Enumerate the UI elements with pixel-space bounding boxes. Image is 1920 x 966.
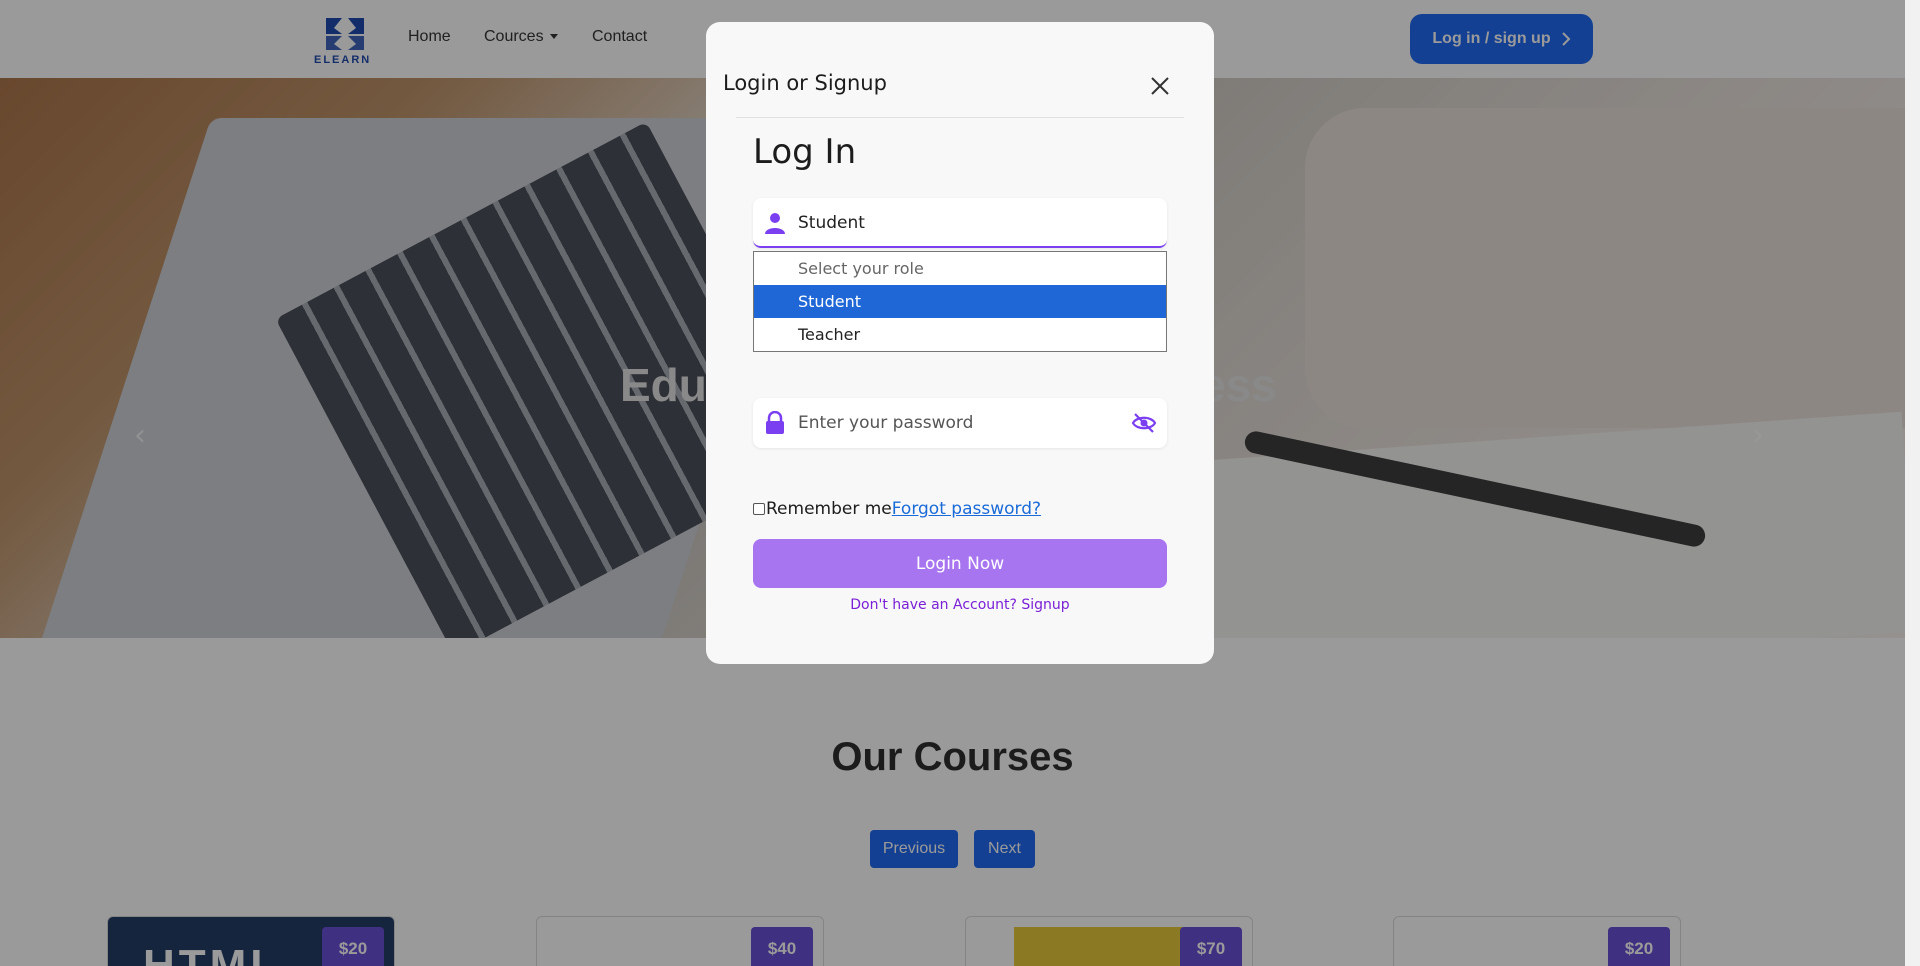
page-scrollbar[interactable] bbox=[1905, 0, 1920, 966]
role-select[interactable]: Student bbox=[753, 198, 1167, 248]
modal-title: Login or Signup bbox=[723, 71, 887, 95]
login-modal: Login or Signup Log In Student Select yo… bbox=[706, 22, 1214, 664]
user-icon bbox=[765, 213, 785, 234]
lock-icon bbox=[766, 411, 784, 434]
remember-checkbox[interactable] bbox=[753, 503, 765, 515]
remember-row: Remember me Forgot password? bbox=[753, 499, 1041, 519]
role-option-placeholder[interactable]: Select your role bbox=[754, 252, 1166, 285]
modal-header bbox=[736, 22, 1184, 118]
remember-label[interactable]: Remember me bbox=[766, 499, 892, 519]
forgot-password-link[interactable]: Forgot password? bbox=[892, 499, 1041, 519]
login-heading: Log In bbox=[753, 132, 857, 172]
close-icon bbox=[1151, 77, 1169, 95]
role-option-student[interactable]: Student bbox=[754, 285, 1166, 318]
eye-slash-icon[interactable] bbox=[1131, 411, 1157, 435]
role-select-value: Student bbox=[798, 213, 865, 233]
login-now-button[interactable]: Login Now bbox=[753, 539, 1167, 588]
close-button[interactable] bbox=[1146, 72, 1174, 100]
password-input[interactable]: Enter your password bbox=[798, 413, 973, 433]
password-field[interactable]: Enter your password bbox=[753, 398, 1167, 448]
role-dropdown-list: Select your role Student Teacher bbox=[753, 251, 1167, 352]
signup-link[interactable]: Don't have an Account? Signup bbox=[753, 597, 1167, 613]
role-option-teacher[interactable]: Teacher bbox=[754, 318, 1166, 351]
